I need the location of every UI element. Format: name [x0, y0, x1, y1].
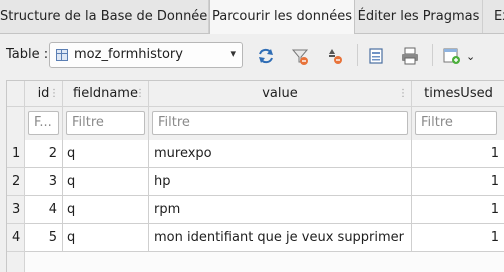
row-number[interactable]: 3	[7, 196, 25, 224]
tab-edit-pragmas[interactable]: Éditer les Pragmas	[355, 0, 483, 33]
refresh-icon[interactable]	[256, 46, 276, 66]
filter-cell: Filtre	[149, 107, 412, 140]
column-header-value[interactable]: value ⋮	[149, 81, 412, 107]
filter-input-value[interactable]: Filtre	[152, 111, 408, 135]
data-grid: id ⋮ fieldname ⋮ value ⋮ timesUsed F... …	[6, 80, 504, 272]
cell-timesused[interactable]: 1	[412, 196, 504, 224]
tab-execute-sql[interactable]: Ex	[483, 0, 504, 33]
column-header-label: value	[262, 86, 298, 101]
row-number[interactable]: 1	[7, 140, 25, 168]
save-table-icon[interactable]	[366, 46, 386, 66]
row-number[interactable]: 4	[7, 224, 25, 252]
table-icon	[56, 49, 68, 61]
browse-toolbar: Table : moz_formhistory ▾ ⌄	[0, 34, 504, 76]
cell-id[interactable]: 2	[25, 140, 63, 168]
cell-id[interactable]: 4	[25, 196, 63, 224]
tab-bar: Structure de la Base de Données Parcouri…	[0, 0, 504, 34]
column-header-label: id	[37, 86, 50, 101]
grid-empty-area	[7, 252, 504, 272]
insert-record-icon[interactable]	[442, 46, 462, 66]
clear-sorting-icon[interactable]	[326, 46, 346, 66]
filter-row-header	[7, 107, 25, 140]
filter-cell: Filtre	[63, 107, 149, 140]
column-resize-handle[interactable]: ⋮	[398, 81, 408, 107]
cell-value[interactable]: rpm	[149, 196, 412, 224]
column-header-label: fieldname	[73, 86, 138, 101]
filter-cell: Filtre	[412, 107, 504, 140]
cell-timesused[interactable]: 1	[412, 168, 504, 196]
cell-timesused[interactable]: 1	[412, 224, 504, 252]
cell-value[interactable]: murexpo	[149, 140, 412, 168]
corner-header[interactable]	[7, 81, 25, 107]
insert-menu-chevron-icon[interactable]: ⌄	[466, 50, 475, 63]
table-label: Table :	[6, 47, 49, 62]
cell-value[interactable]: hp	[149, 168, 412, 196]
cell-id[interactable]: 3	[25, 168, 63, 196]
column-header-fieldname[interactable]: fieldname ⋮	[63, 81, 149, 107]
row-number-empty	[7, 252, 25, 272]
clear-filters-icon[interactable]	[290, 46, 310, 66]
filter-cell: F...	[25, 107, 63, 140]
row-number[interactable]: 2	[7, 168, 25, 196]
cell-fieldname[interactable]: q	[63, 168, 149, 196]
column-header-timesused[interactable]: timesUsed	[412, 81, 504, 107]
filter-input-id[interactable]: F...	[28, 111, 59, 135]
chevron-down-icon: ▾	[230, 47, 236, 60]
print-icon[interactable]	[400, 46, 420, 66]
toolbar-separator	[432, 44, 433, 66]
filter-input-fieldname[interactable]: Filtre	[66, 111, 145, 135]
cell-fieldname[interactable]: q	[63, 224, 149, 252]
cell-value[interactable]: mon identifiant que je veux supprimer	[149, 224, 412, 252]
cell-timesused[interactable]: 1	[412, 140, 504, 168]
cell-fieldname[interactable]: q	[63, 140, 149, 168]
column-header-id[interactable]: id ⋮	[25, 81, 63, 107]
filter-input-timesused[interactable]: Filtre	[415, 111, 497, 135]
column-resize-handle[interactable]: ⋮	[49, 81, 59, 107]
toolbar-separator	[357, 44, 358, 66]
cell-id[interactable]: 5	[25, 224, 63, 252]
column-header-label: timesUsed	[424, 86, 493, 101]
table-select-value: moz_formhistory	[74, 47, 183, 62]
column-resize-handle[interactable]: ⋮	[135, 81, 145, 107]
tab-structure[interactable]: Structure de la Base de Données	[0, 0, 209, 33]
tab-browse-data[interactable]: Parcourir les données	[209, 0, 355, 34]
cell-fieldname[interactable]: q	[63, 196, 149, 224]
table-select[interactable]: moz_formhistory ▾	[49, 42, 243, 68]
